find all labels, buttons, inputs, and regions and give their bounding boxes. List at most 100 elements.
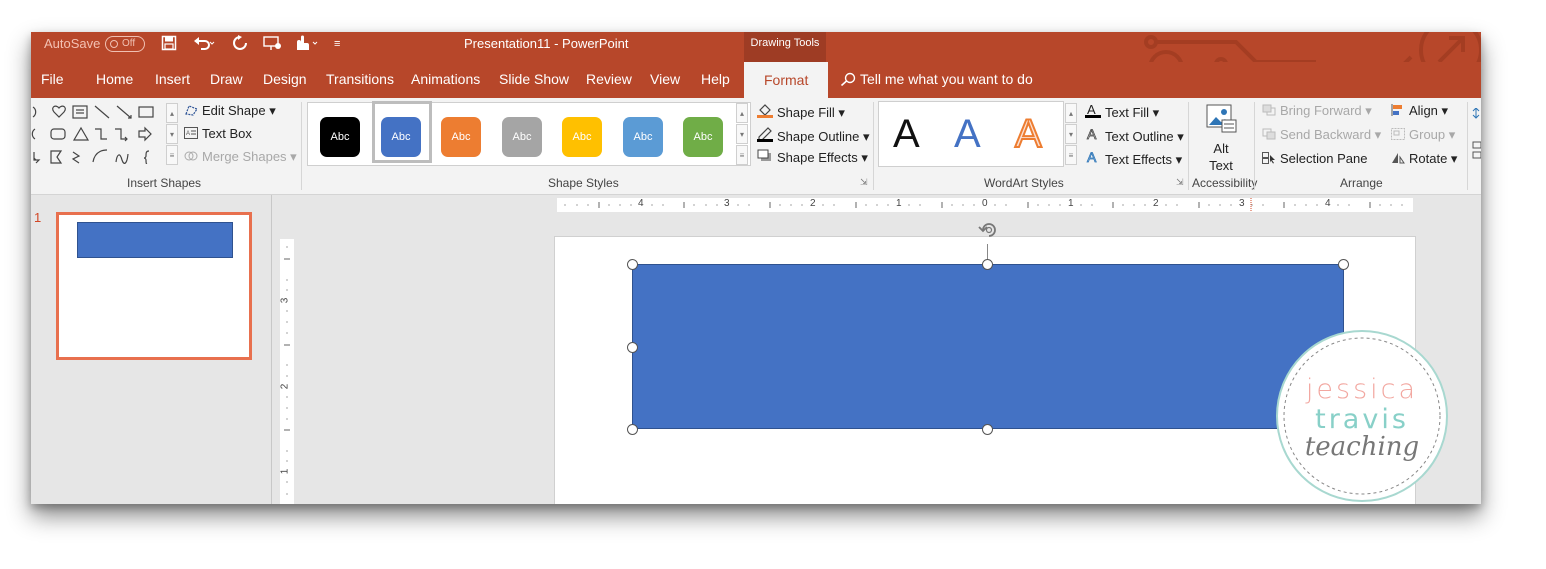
autosave-label: AutoSave: [44, 36, 101, 51]
resize-handle[interactable]: [627, 424, 638, 435]
search-icon: [840, 72, 856, 87]
tab-home[interactable]: Home: [96, 71, 133, 87]
wordart-style-orange[interactable]: A: [1014, 111, 1043, 157]
shape-style-swatch[interactable]: Abc: [502, 117, 542, 157]
merge-shapes-label: Merge Shapes: [202, 149, 287, 164]
divider: [1254, 102, 1255, 190]
wordart-scroll-down[interactable]: ▾: [1065, 124, 1077, 144]
tell-me-search[interactable]: Tell me what you want to do: [840, 71, 1033, 87]
shape-outline-button[interactable]: Shape Outline ▾: [757, 126, 870, 145]
customize-toolbar-icon[interactable]: ≡: [334, 38, 340, 50]
tab-transitions[interactable]: Transitions: [326, 71, 394, 87]
tab-draw[interactable]: Draw: [210, 71, 243, 87]
merge-shapes-button[interactable]: Merge Shapes ▾: [184, 149, 297, 165]
shape-style-swatch[interactable]: Abc: [562, 117, 602, 157]
resize-handle[interactable]: [627, 259, 638, 270]
watermark-line2: travis: [1315, 404, 1409, 435]
undo-icon[interactable]: [193, 35, 215, 55]
resize-handle[interactable]: [627, 342, 638, 353]
dialog-launcher-icon[interactable]: ⇲: [860, 177, 868, 188]
alt-text-button[interactable]: Alt Text: [1199, 102, 1243, 173]
rotate-handle-icon[interactable]: [978, 219, 1000, 239]
shape-style-swatch[interactable]: Abc: [623, 117, 663, 157]
tab-animations[interactable]: Animations: [411, 71, 480, 87]
dialog-launcher-icon[interactable]: ⇲: [1176, 177, 1184, 188]
jessica-travis-teaching-watermark: jessica travis teaching: [1274, 328, 1450, 509]
present-from-beginning-icon[interactable]: [263, 35, 283, 55]
horizontal-ruler: 4 3 2 1 0 1 2 3 4: [557, 198, 1413, 212]
bring-forward-label: Bring Forward: [1280, 103, 1362, 118]
ruler-label: 1: [1068, 198, 1074, 209]
shapes-more[interactable]: ≡: [166, 145, 178, 165]
group-button[interactable]: Group ▾: [1391, 127, 1455, 143]
rotate-button[interactable]: Rotate ▾: [1391, 151, 1457, 167]
svg-text:A: A: [1087, 126, 1097, 142]
text-outline-label: Text Outline: [1105, 129, 1174, 144]
slide-thumbnail[interactable]: [56, 212, 252, 360]
resize-handle[interactable]: [982, 259, 993, 270]
wordart-gallery[interactable]: A A A: [878, 101, 1064, 167]
text-effects-button[interactable]: A Text Effects ▾: [1085, 149, 1183, 168]
drawing-tools-header: Drawing Tools: [744, 32, 826, 62]
rotate-label: Rotate: [1409, 151, 1448, 166]
selected-rectangle-shape[interactable]: [632, 264, 1344, 429]
shapes-scroll-up[interactable]: ▴: [166, 103, 178, 123]
text-outline-button[interactable]: A Text Outline ▾: [1085, 126, 1184, 145]
divider: [1188, 102, 1189, 190]
tab-view[interactable]: View: [650, 71, 680, 87]
send-backward-button[interactable]: Send Backward ▾: [1262, 127, 1381, 143]
save-icon[interactable]: [161, 35, 177, 55]
tab-slide-show[interactable]: Slide Show: [499, 71, 569, 87]
autosave-toggle[interactable]: Off: [105, 36, 145, 52]
align-label: Align: [1409, 103, 1438, 118]
edit-shape-button[interactable]: Edit Shape ▾: [184, 103, 276, 119]
text-box-button[interactable]: A Text Box: [184, 126, 252, 141]
svg-text:A: A: [186, 131, 190, 137]
bring-forward-icon: [1262, 104, 1276, 116]
svg-text:A: A: [1087, 149, 1097, 165]
redo-icon[interactable]: [232, 35, 248, 55]
tab-design[interactable]: Design: [263, 71, 307, 87]
shape-fill-button[interactable]: Shape Fill ▾: [757, 102, 845, 121]
ruler-label: 3: [1239, 198, 1245, 209]
wordart-style-plain[interactable]: A: [893, 112, 920, 157]
shape-style-swatch[interactable]: Abc: [683, 117, 723, 157]
align-button[interactable]: Align ▾: [1391, 103, 1448, 119]
ribbon-tabs: File Home Insert Draw Design Transitions…: [31, 62, 1481, 98]
alt-text-label: Alt: [1213, 141, 1229, 156]
shapes-scroll-down[interactable]: ▾: [166, 124, 178, 144]
wordart-style-blue[interactable]: A: [954, 112, 981, 157]
resize-handle[interactable]: [1338, 259, 1349, 270]
shape-styles-gallery[interactable]: Abc Abc Abc Abc Abc Abc Abc: [307, 101, 751, 166]
svg-text:A: A: [1087, 102, 1096, 117]
divider: [301, 102, 302, 190]
shapes-gallery-icon[interactable]: [31, 102, 171, 164]
pencil-icon: [757, 127, 773, 142]
ruler-label: 2: [1153, 198, 1159, 209]
tab-format[interactable]: Format: [744, 62, 829, 98]
ruler-label: 1: [896, 198, 902, 209]
text-box-label: Text Box: [202, 126, 252, 141]
shape-style-swatch[interactable]: Abc: [441, 117, 481, 157]
tab-insert[interactable]: Insert: [155, 71, 190, 87]
styles-more[interactable]: ≡: [736, 145, 748, 165]
text-fill-button[interactable]: A Text Fill ▾: [1085, 102, 1159, 121]
styles-scroll-up[interactable]: ▴: [736, 103, 748, 123]
shape-effects-button[interactable]: Shape Effects ▾: [757, 149, 868, 166]
size-controls-icon[interactable]: [1472, 108, 1481, 164]
resize-handle[interactable]: [982, 424, 993, 435]
wordart-scroll-up[interactable]: ▴: [1065, 103, 1077, 123]
vertical-ruler: 3 2 1: [279, 239, 294, 504]
selection-pane-button[interactable]: Selection Pane: [1262, 151, 1367, 166]
tab-file[interactable]: File: [41, 71, 64, 87]
ruler-label: 4: [1325, 198, 1331, 209]
styles-scroll-down[interactable]: ▾: [736, 124, 748, 144]
shape-style-swatch[interactable]: Abc: [320, 117, 360, 157]
touch-mode-icon[interactable]: [293, 35, 321, 55]
title-bar: AutoSave Off ≡ Presentation11 - PowerPoi…: [31, 32, 1481, 86]
shape-style-swatch[interactable]: Abc: [381, 117, 421, 157]
tab-help[interactable]: Help: [701, 71, 730, 87]
tab-review[interactable]: Review: [586, 71, 632, 87]
bring-forward-button[interactable]: Bring Forward ▾: [1262, 103, 1372, 119]
wordart-more[interactable]: ≡: [1065, 145, 1077, 165]
